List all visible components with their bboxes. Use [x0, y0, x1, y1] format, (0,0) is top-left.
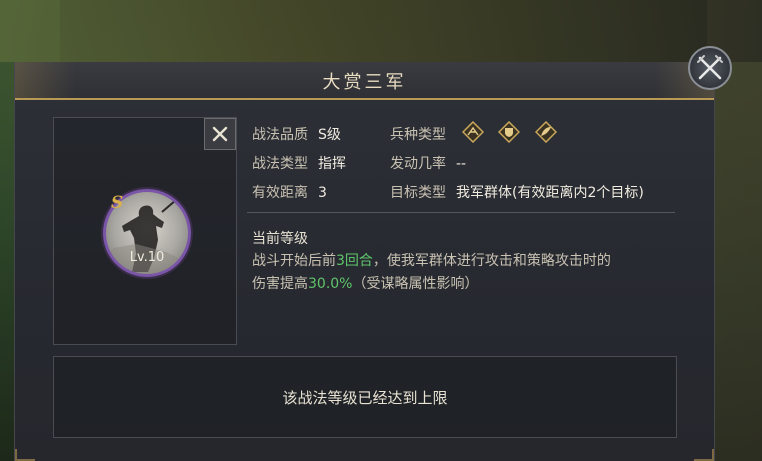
desc-highlight-percent: 30.0%: [308, 276, 353, 292]
target-type-label: 目标类型: [390, 185, 446, 201]
archer-icon[interactable]: [535, 121, 557, 143]
trigger-rate-label: 发动几率: [390, 156, 446, 172]
tactic-detail-panel: 大赏三军 S Lv.10 战法品质 S级 兵种类型 战法类型 指挥 发动几率 -…: [14, 62, 715, 461]
troop-type-label: 兵种类型: [390, 127, 446, 143]
background-top: [0, 0, 762, 62]
grade-badge: S: [111, 193, 124, 213]
desc-text-3: 伤害提高: [252, 276, 308, 292]
desc-text-1: 战斗开始后前: [252, 253, 336, 269]
desc-text-2: ，使我军群体进行攻击和策略攻击时的: [372, 253, 611, 269]
range-value: 3: [318, 185, 327, 201]
bottom-ornament-left: [15, 449, 35, 461]
quality-value: S级: [318, 127, 341, 143]
crossed-swords-button[interactable]: [688, 46, 732, 90]
crossed-swords-icon: [697, 55, 723, 80]
max-level-notice: 该战法等级已经达到上限: [282, 389, 448, 407]
tactic-type-label: 战法类型: [252, 156, 308, 172]
current-level-title: 当前等级: [252, 231, 308, 247]
target-type-value: 我军群体(有效距离内2个目标): [456, 185, 644, 201]
section-divider: [247, 212, 675, 213]
tactic-description: 战斗开始后前3回合，使我军群体进行攻击和策略攻击时的 伤害提高30.0%（受谋略…: [252, 250, 692, 296]
troop-type-row: 兵种类型: [390, 124, 446, 144]
panel-title: 大赏三军: [322, 72, 407, 93]
range-row: 有效距离 3: [252, 182, 327, 202]
trigger-rate-row: 发动几率 --: [390, 153, 466, 173]
bottom-ornament-right: [694, 449, 714, 461]
tactic-type-value: 指挥: [318, 156, 346, 172]
quality-row: 战法品质 S级: [252, 124, 341, 144]
tactic-type-row: 战法类型 指挥: [252, 153, 346, 173]
target-type-row: 目标类型 我军群体(有效距离内2个目标): [390, 182, 644, 202]
close-button[interactable]: [204, 118, 236, 150]
range-label: 有效距离: [252, 185, 308, 201]
title-bar: 大赏三军: [15, 62, 714, 100]
cavalry-icon[interactable]: [462, 121, 484, 143]
trigger-rate-value: --: [456, 156, 467, 172]
desc-text-4: （受谋略属性影响）: [352, 276, 479, 292]
tactic-level: Lv.10: [129, 250, 165, 265]
close-icon: [212, 126, 228, 142]
desc-highlight-rounds: 3回合: [336, 253, 373, 269]
max-level-box: 该战法等级已经达到上限: [53, 356, 677, 438]
shield-icon[interactable]: [498, 121, 520, 143]
quality-label: 战法品质: [252, 127, 308, 143]
